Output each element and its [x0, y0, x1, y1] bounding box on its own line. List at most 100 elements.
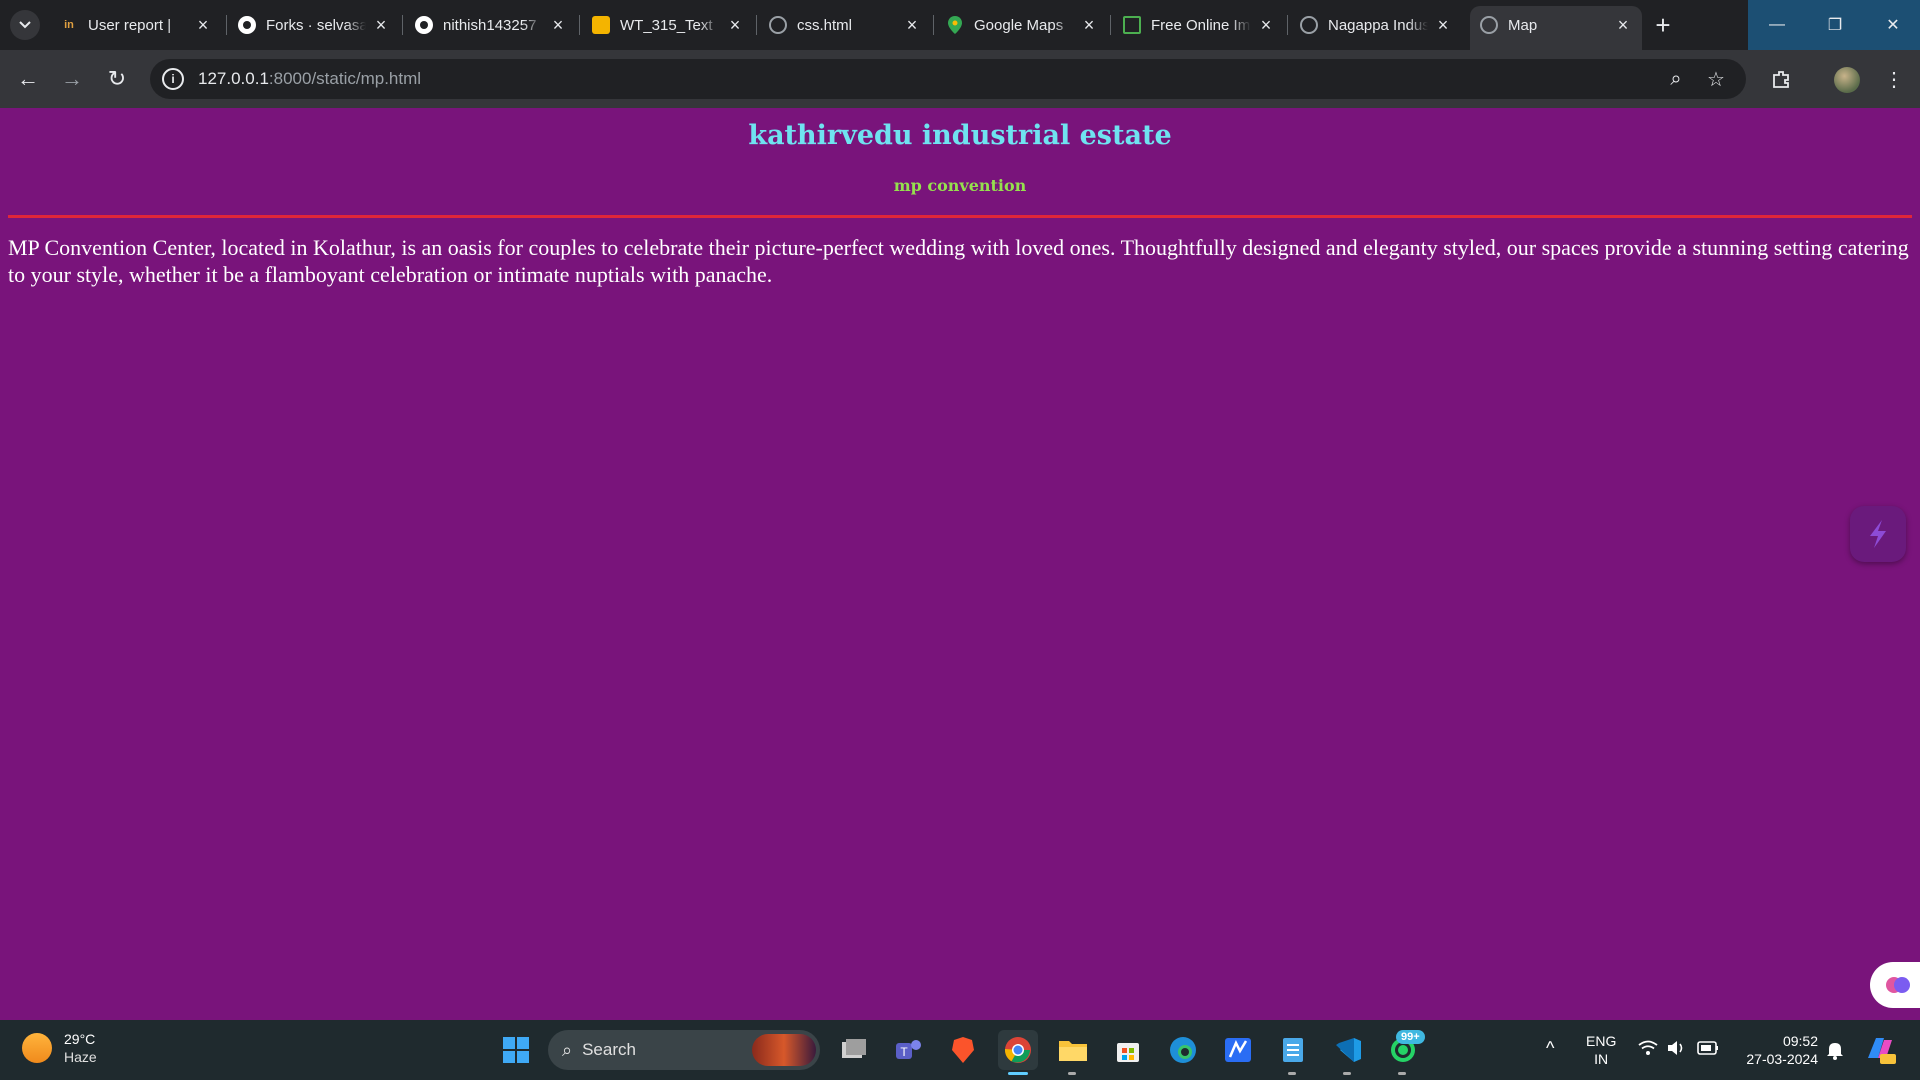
copilot-icon[interactable]	[1864, 1034, 1896, 1067]
maps-pin-icon	[946, 16, 964, 34]
tab-separator	[226, 15, 227, 35]
folder-icon	[1059, 1041, 1087, 1061]
close-icon[interactable]: ×	[1257, 15, 1275, 35]
tab-search-button[interactable]	[10, 10, 40, 40]
microsoft-store-app[interactable]	[1108, 1030, 1148, 1070]
open-app-indicator	[1398, 1072, 1406, 1075]
taskbar-search[interactable]: ⌕ Search	[548, 1030, 820, 1070]
page-content: kathirvedu industrial estate mp conventi…	[0, 108, 1920, 1020]
minimize-button[interactable]: —	[1748, 0, 1806, 50]
github-icon	[238, 16, 256, 34]
image-icon	[1123, 16, 1141, 34]
close-window-button[interactable]: ✕	[1864, 0, 1920, 50]
region-code: IN	[1594, 1051, 1609, 1067]
powerautomate-app[interactable]	[1218, 1030, 1258, 1070]
close-icon[interactable]: ×	[1434, 15, 1452, 35]
clock-date: 27-03-2024	[1746, 1051, 1818, 1067]
svg-text:T: T	[900, 1045, 908, 1059]
battery-icon[interactable]	[1697, 1041, 1719, 1058]
edge-icon	[1170, 1037, 1196, 1063]
windows-taskbar: 29°C Haze ⌕ Search T 99+ ^ ENG IN 09:52 …	[0, 1020, 1920, 1080]
url-text: 127.0.0.1:8000/static/mp.html	[198, 69, 421, 89]
tab-css-html[interactable]: css.html ×	[759, 8, 931, 42]
tab-user-report[interactable]: in User report | ×	[50, 8, 222, 42]
reload-button[interactable]: ↻	[103, 65, 131, 93]
tab-label: Map	[1508, 16, 1538, 34]
teams-app[interactable]: T	[888, 1030, 928, 1070]
vscode-app[interactable]	[1328, 1030, 1368, 1070]
tab-label: Nagappa Industrial	[1328, 16, 1428, 34]
zoom-icon[interactable]: ⌕	[1666, 68, 1686, 90]
in-logo-icon: in	[64, 19, 74, 31]
tab-label: Google Maps	[974, 16, 1064, 34]
edge-app[interactable]	[1163, 1030, 1203, 1070]
wifi-icon[interactable]	[1638, 1040, 1658, 1059]
brave-app[interactable]	[943, 1030, 983, 1070]
tab-free-online-image[interactable]: Free Online Image ×	[1113, 8, 1285, 42]
close-icon[interactable]: ×	[1080, 15, 1098, 35]
tab-label: Forks · selvasankar	[266, 16, 366, 34]
tab-label: nithish143257	[443, 16, 537, 34]
menu-kebab-icon[interactable]: ⋮	[1880, 65, 1908, 93]
minimize-icon: —	[1769, 16, 1785, 33]
tab-nagappa[interactable]: Nagappa Industrial ×	[1290, 8, 1462, 42]
page-title: kathirvedu industrial estate	[748, 120, 1172, 151]
chrome-app[interactable]	[998, 1030, 1038, 1070]
back-button[interactable]: ←	[14, 65, 42, 93]
new-tab-button[interactable]: +	[1648, 10, 1678, 40]
close-icon[interactable]: ×	[726, 15, 744, 35]
tab-google-maps[interactable]: Google Maps ×	[936, 8, 1108, 42]
search-icon: ⌕	[562, 1039, 573, 1060]
site-info-icon[interactable]: i	[162, 68, 184, 90]
file-explorer-app[interactable]	[1053, 1030, 1093, 1070]
tab-map-active[interactable]: Map ×	[1470, 6, 1642, 50]
close-icon[interactable]: ×	[1614, 15, 1632, 35]
start-button[interactable]	[496, 1030, 536, 1070]
tab-forks[interactable]: Forks · selvasankar ×	[228, 8, 400, 42]
bookmark-star-icon[interactable]: ☆	[1706, 69, 1726, 91]
tab-wt-315[interactable]: WT_315_Text ×	[582, 8, 754, 42]
reload-icon: ↻	[107, 66, 127, 91]
close-icon[interactable]: ×	[549, 15, 567, 35]
language-indicator[interactable]: ENG IN	[1586, 1032, 1616, 1068]
open-app-indicator	[1288, 1072, 1296, 1075]
arrow-left-icon: ←	[17, 66, 39, 91]
tab-label: User report |	[88, 16, 172, 34]
profile-avatar[interactable]	[1834, 67, 1860, 93]
tab-label: WT_315_Text	[620, 16, 713, 34]
brain-icon	[1886, 977, 1910, 993]
close-icon[interactable]: ×	[194, 15, 212, 35]
browser-toolbar: ← → ↻ i 127.0.0.1:8000/static/mp.html ⌕ …	[0, 50, 1920, 108]
notification-bell-icon[interactable]	[1826, 1040, 1844, 1063]
weather-description: Haze	[64, 1049, 97, 1065]
tab-nithish[interactable]: nithish143257 ×	[405, 8, 577, 42]
weather-temperature: 29°C	[64, 1031, 96, 1047]
task-view-button[interactable]	[834, 1030, 874, 1070]
notification-badge: 99+	[1396, 1030, 1425, 1044]
clock[interactable]: 09:52 27-03-2024	[1738, 1032, 1818, 1068]
tab-strip: in User report | × Forks · selvasankar ×…	[0, 0, 1920, 50]
description-paragraph: MP Convention Center, located in Kolathu…	[8, 235, 1909, 287]
floating-brain-button[interactable]	[1870, 962, 1920, 1008]
close-icon[interactable]: ×	[372, 15, 390, 35]
extensions-icon[interactable]	[1767, 65, 1795, 93]
volume-icon[interactable]	[1666, 1039, 1686, 1060]
restore-button[interactable]: ❐	[1806, 0, 1864, 50]
tab-separator	[933, 15, 934, 35]
weather-sun-icon	[22, 1033, 52, 1063]
plus-icon: +	[1655, 9, 1671, 40]
clock-time: 09:52	[1782, 1033, 1818, 1049]
chevron-up-icon[interactable]: ^	[1546, 1038, 1554, 1059]
url-path: :8000/static/mp.html	[268, 69, 422, 88]
tab-separator	[579, 15, 580, 35]
address-bar[interactable]: i 127.0.0.1:8000/static/mp.html ⌕ ☆	[150, 59, 1746, 99]
floating-extension-button[interactable]	[1850, 506, 1906, 562]
language-code: ENG	[1586, 1033, 1617, 1049]
notepad-app[interactable]	[1273, 1030, 1313, 1070]
store-icon	[1117, 1043, 1139, 1062]
weather-widget[interactable]: 29°C Haze	[22, 1030, 97, 1066]
lightning-icon	[1870, 520, 1886, 548]
close-icon[interactable]: ×	[903, 15, 921, 35]
forward-button[interactable]: →	[58, 65, 86, 93]
globe-icon	[1480, 16, 1498, 34]
